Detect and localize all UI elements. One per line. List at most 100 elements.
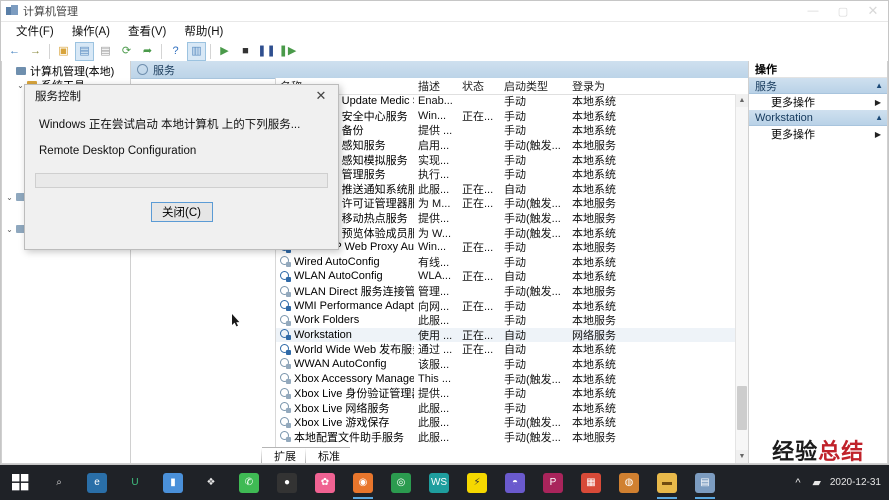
table-row[interactable]: Windows Update Medic Se...Enab...手动本地系统 [276,94,735,109]
menu-item-file[interactable]: 文件(F) [7,22,63,40]
minimize-button[interactable]: — [798,1,828,21]
dropbox-icon[interactable]: ❖ [192,465,230,500]
table-row[interactable]: WLAN AutoConfig WLA... 正在... 自动 本地系统 [276,269,735,284]
utorrent-icon[interactable]: U [116,465,154,500]
service-gear-icon [280,343,291,355]
table-row[interactable]: Windows 感知模拟服务 实现... 手动 本地系统 [276,152,735,167]
edge-icon[interactable]: e [78,465,116,500]
column-header-description[interactable]: 描述 [414,78,458,94]
dialog-close-button[interactable]: 关闭(C) [150,202,213,222]
column-header-logon-as[interactable]: 登录为 [568,78,628,94]
action-more-actions-services[interactable]: 更多操作 ▶ [749,94,887,110]
table-row[interactable]: WMI Performance Adapter 向网... 正在... 手动 本地系统 [276,298,735,313]
service-startup-type-cell: 手动 [504,315,526,328]
refresh-icon[interactable]: ⟳ [117,42,136,61]
tab-extended[interactable]: 扩展 [261,447,312,463]
meitu-icon[interactable]: ✿ [306,465,344,500]
restart-service-icon[interactable]: ❚▶ [278,42,297,61]
show-console-tree-icon[interactable]: ▤ [75,41,94,61]
show-action-pane-icon[interactable]: ▥ [187,41,206,61]
table-row[interactable]: WLAN Direct 服务连接管理... 管理... 手动(触发... 本地服务 [276,284,735,299]
scrollbar-thumb[interactable] [737,386,747,430]
table-row[interactable]: Xbox Live 游戏保存 此服... 手动(触发... 本地系统 [276,415,735,430]
table-row[interactable]: World Wide Web 发布服务 通过 ... 正在... 自动 本地系统 [276,342,735,357]
table-row[interactable]: Windows 备份提供 ...手动本地系统 [276,123,735,138]
table-row[interactable]: Windows 安全中心服务 Win... 正在... 手动 本地系统 [276,109,735,124]
chrome-icon[interactable]: ◎ [382,465,420,500]
collapse-caret-icon[interactable]: ▲ [875,113,883,122]
tree-expand-arrow-icon[interactable]: ⌄ [4,193,15,202]
table-row[interactable]: Windows 推送通知系统服务此服...正在...自动本地系统 [276,182,735,197]
help-icon[interactable]: ? [166,42,185,61]
stop-service-icon[interactable]: ■ [236,42,255,61]
scroll-down-arrow[interactable]: ▼ [736,450,748,463]
qq-icon[interactable]: ● [268,465,306,500]
taskbar-clock[interactable]: 2020-12-31 [827,477,881,489]
back-icon[interactable]: ← [5,42,24,61]
start-service-icon[interactable]: ▶ [215,42,234,61]
table-row[interactable]: Xbox Live 网络服务 此服... 手动 本地系统 [276,400,735,415]
properties-icon[interactable]: ▤ [96,42,115,61]
table-row[interactable]: Windows 许可证管理器服务为 M...正在...手动(触发...本地服务 [276,196,735,211]
column-header-status[interactable]: 状态 [458,78,500,94]
table-row[interactable]: WWAN AutoConfig 该服... 手动 本地系统 [276,357,735,372]
table-row[interactable]: Work Folders 此服... 手动 本地服务 [276,313,735,328]
actions-section-services[interactable]: 服务 ▲ [749,78,887,94]
service-name-label: Xbox Live 身份验证管理器 [294,388,414,401]
table-row[interactable]: Windows 管理服务 执行... 手动 本地系统 [276,167,735,182]
window-title: 计算机管理 [23,6,78,18]
table-row[interactable]: Windows 感知服务 启用... 手动(触发... 本地服务 [276,138,735,153]
firefox-icon[interactable]: ◉ [344,465,382,500]
forward-icon[interactable]: → [26,42,45,61]
photoshop-icon[interactable]: ◍ [610,465,648,500]
webstorm-icon[interactable]: WS [420,465,458,500]
table-row[interactable]: Wired AutoConfig 有线... 手动 本地系统 [276,255,735,270]
menu-item-view[interactable]: 查看(V) [119,22,175,40]
close-button[interactable]: ✕ [858,1,888,21]
export-list-icon[interactable]: ➦ [138,42,157,61]
table-row[interactable]: Windows 预览体验成员服务为 W...手动(触发...本地系统 [276,225,735,240]
show-console-tree-icon-glyph: ▤ [79,44,90,57]
tray-chevron-icon[interactable]: ^ [795,477,800,489]
up-folder-icon[interactable]: ▣ [54,42,73,61]
service-name-cell: Xbox Live 网络服务 [276,400,414,416]
search-icon[interactable]: ⌕ [40,465,78,500]
service-gear-icon [280,373,291,385]
table-row[interactable]: 本地配置文件助手服务 此服... 手动(触发... 本地服务 [276,430,735,445]
actions-section-workstation[interactable]: Workstation ▲ [749,110,887,126]
table-row[interactable]: Xbox Accessory Managem... This ... 手动(触发..… [276,371,735,386]
outlook-icon[interactable]: ◓ [496,465,534,500]
computer-management-taskbar-icon[interactable]: ▤ [686,465,724,500]
start-icon [11,474,28,491]
wechat-icon[interactable]: ✆ [230,465,268,500]
table-row[interactable]: WinHTTP Web Proxy Auto...Win...正在...手动本地… [276,240,735,255]
table-row[interactable]: Windows 移动热点服务 提供... 手动(触发... 本地服务 [276,211,735,226]
services-list-scrollbar[interactable]: ▲ ▼ [735,94,748,463]
scroll-up-arrow[interactable]: ▲ [736,94,748,107]
tree-item-0[interactable]: 计算机管理(本地) [4,64,130,78]
pause-service-icon[interactable]: ❚❚ [257,42,276,61]
table-row[interactable]: Xbox Live 身份验证管理器 提供... 手动 本地系统 [276,386,735,401]
menu-item-action[interactable]: 操作(A) [63,22,119,40]
service-description-cell: 执行... [418,169,450,182]
start-button[interactable] [0,465,40,500]
tab-standard[interactable]: 标准 [305,447,356,463]
service-startup-type-cell: 手动 [504,110,526,123]
column-header-startup-type[interactable]: 启动类型 [500,78,568,94]
thunder-icon[interactable]: ⚡ [458,465,496,500]
collapse-caret-icon[interactable]: ▲ [875,81,883,90]
dialog-close-icon[interactable]: ✕ [304,85,338,107]
file-explorer-icon[interactable]: ▮ [154,465,192,500]
tree-expand-arrow-icon[interactable]: ⌄ [4,225,15,234]
office-icon[interactable]: ▦ [572,465,610,500]
service-name-cell: 本地配置文件助手服务 [276,429,414,445]
service-description-cell: 此服... [418,417,450,430]
service-control-dialog: 服务控制 ✕ Windows 正在尝试启动 本地计算机 上的下列服务... Re… [24,84,339,250]
pycharm-icon[interactable]: P [534,465,572,500]
menu-item-help[interactable]: 帮助(H) [175,22,232,40]
action-more-actions-workstation[interactable]: 更多操作 ▶ [749,126,887,142]
maximize-button[interactable]: ▢ [828,1,858,21]
table-row[interactable]: Workstation 使用 ... 正在... 自动 网络服务 [276,327,735,343]
tray-network-icon[interactable]: ▰ [813,476,821,489]
folder-icon[interactable]: ▬ [648,465,686,500]
